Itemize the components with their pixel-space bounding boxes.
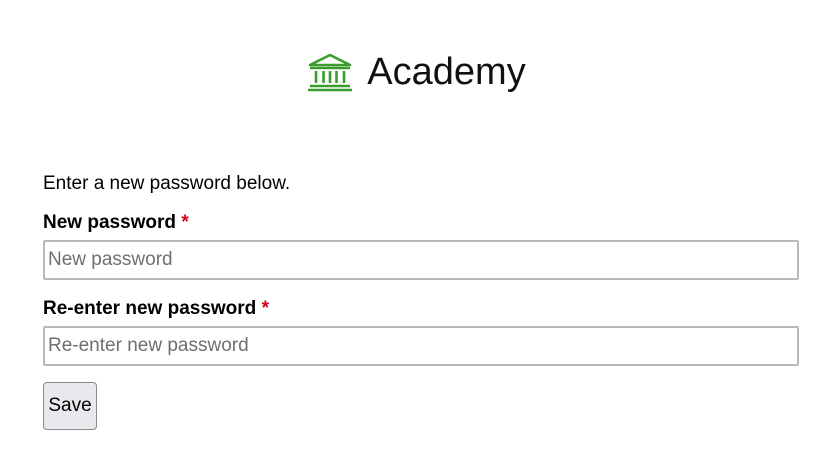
- required-marker: *: [261, 298, 269, 319]
- confirm-password-input[interactable]: [43, 326, 799, 366]
- confirm-password-label: Re-enter new password *: [43, 296, 799, 322]
- new-password-label-text: New password: [43, 212, 177, 233]
- brand-name: Academy: [367, 51, 526, 93]
- new-password-input[interactable]: [43, 240, 799, 280]
- required-marker: *: [181, 212, 189, 233]
- bank-building-icon: [308, 53, 353, 92]
- form-instructions: Enter a new password below.: [43, 173, 291, 194]
- new-password-label: New password *: [43, 210, 799, 236]
- confirm-password-label-text: Re-enter new password: [43, 298, 257, 319]
- brand-header: Academy: [0, 48, 833, 96]
- save-button[interactable]: Save: [43, 382, 97, 430]
- reset-password-form: Enter a new password below. New password…: [43, 170, 799, 430]
- password-reset-page: Academy Enter a new password below. New …: [0, 0, 833, 459]
